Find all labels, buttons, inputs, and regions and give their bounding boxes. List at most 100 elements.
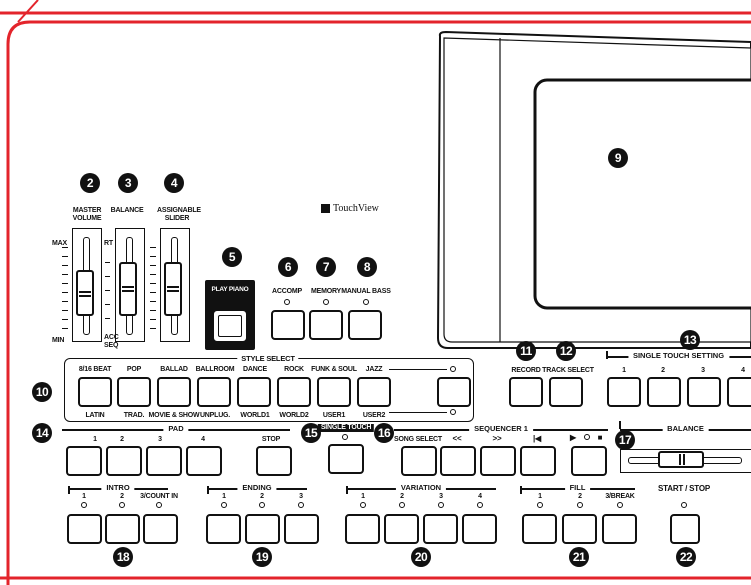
style-button-3[interactable] [157, 377, 191, 407]
variation-led-1 [360, 502, 366, 508]
callout-22: 22 [676, 547, 696, 567]
intro-button-2[interactable] [105, 514, 140, 544]
balance-slider-label: BALANCE [110, 207, 144, 214]
fast-forward-button[interactable] [480, 446, 516, 476]
brand-logo-text: TouchView [333, 203, 379, 214]
record-button[interactable] [509, 377, 543, 407]
pad-button-2[interactable] [106, 446, 142, 476]
assignable-slider[interactable] [164, 262, 182, 316]
variation-button-3[interactable] [423, 514, 458, 544]
balance-control-slider[interactable] [658, 451, 704, 468]
accomp-button[interactable] [271, 310, 305, 340]
variation-title: VARIATION [395, 483, 447, 493]
ending-button-3[interactable] [284, 514, 319, 544]
style-button-4[interactable] [197, 377, 231, 407]
callout-20: 20 [411, 547, 431, 567]
touchview-logo-icon [321, 204, 330, 213]
memory-button[interactable] [309, 310, 343, 340]
fill-button-2[interactable] [562, 514, 597, 544]
intro-led-1 [81, 502, 87, 508]
single-touch-setting-header: SINGLE TOUCH SETTING [606, 351, 751, 361]
intro-button-3[interactable] [143, 514, 178, 544]
single-touch-label: SINGLE TOUCH [317, 424, 375, 432]
sts-button-3[interactable] [687, 377, 721, 407]
manual-bass-led [363, 299, 369, 305]
style-label-rock: ROCK [284, 366, 304, 373]
variation-button-2[interactable] [384, 514, 419, 544]
fill-button-1[interactable] [522, 514, 557, 544]
play-piano-button[interactable] [214, 311, 246, 341]
variation-label-4: 4 [478, 493, 482, 500]
callout-21: 21 [569, 547, 589, 567]
start-stop-button[interactable] [670, 514, 700, 544]
song-select-label: SONG SELECT [394, 436, 442, 443]
variation-label-1: 1 [361, 493, 365, 500]
style-bank-button[interactable] [437, 377, 471, 407]
pad-title: PAD [163, 424, 189, 434]
home-button[interactable] [520, 446, 556, 476]
balance-slider[interactable] [119, 262, 137, 316]
callout-12: 12 [556, 341, 576, 361]
sts-button-2[interactable] [647, 377, 681, 407]
variation-button-1[interactable] [345, 514, 380, 544]
style-label-8-16-beat: 8/16 BEAT [78, 366, 112, 373]
touch-display[interactable] [430, 30, 751, 350]
stop-label: ■ [597, 433, 603, 442]
style-button-8[interactable] [357, 377, 391, 407]
pad-header: PAD [62, 424, 290, 434]
fill-led-1 [537, 502, 543, 508]
memory-led [323, 299, 329, 305]
callout-9: 9 [608, 148, 628, 168]
track-select-button[interactable] [549, 377, 583, 407]
pad-label-1: 1 [93, 436, 97, 443]
master-volume-slider[interactable] [76, 270, 94, 316]
pad-button-1[interactable] [66, 446, 102, 476]
pad-label-3: 3 [158, 436, 162, 443]
sts-button-1[interactable] [607, 377, 641, 407]
intro-header: INTRO [68, 483, 168, 493]
style-label-ballad: BALLAD [160, 366, 188, 373]
play-stop-button[interactable] [571, 446, 607, 476]
ending-button-1[interactable] [206, 514, 241, 544]
rewind-button[interactable] [440, 446, 476, 476]
variation-button-4[interactable] [462, 514, 497, 544]
style-label-funk-soul: FUNK & SOUL [311, 366, 357, 373]
start-stop-label: START / STOP [658, 484, 710, 493]
fill-button-3[interactable] [602, 514, 637, 544]
style-label-movie-show: MOVIE & SHOW [148, 412, 200, 419]
callout-11: 11 [516, 341, 536, 361]
style-label-jazz: JAZZ [365, 366, 383, 373]
fill-label-3: 3/BREAK [605, 493, 635, 500]
style-button-7[interactable] [317, 377, 351, 407]
style-label-world2: WORLD2 [279, 412, 309, 419]
callout-13: 13 [680, 330, 700, 350]
ending-button-2[interactable] [245, 514, 280, 544]
sts-button-4[interactable] [727, 377, 751, 407]
style-button-2[interactable] [117, 377, 151, 407]
memory-label: MEMORY [310, 288, 342, 295]
variation-label-2: 2 [400, 493, 404, 500]
sts-label-4: 4 [741, 367, 745, 374]
intro-button-1[interactable] [67, 514, 102, 544]
style-select-title: STYLE SELECT [237, 355, 299, 363]
ending-header: ENDING [207, 483, 307, 493]
callout-8: 8 [357, 257, 377, 277]
song-select-button[interactable] [401, 446, 437, 476]
style-button-1[interactable] [78, 377, 112, 407]
ending-led-2 [259, 502, 265, 508]
style-label-world1: WORLD1 [240, 412, 270, 419]
accomp-led [284, 299, 290, 305]
ending-led-3 [298, 502, 304, 508]
style-button-6[interactable] [277, 377, 311, 407]
callout-16: 16 [374, 423, 394, 443]
style-button-5[interactable] [237, 377, 271, 407]
fill-led-3 [617, 502, 623, 508]
pad-button-3[interactable] [146, 446, 182, 476]
fill-label-2: 2 [578, 493, 582, 500]
manual-bass-button[interactable] [348, 310, 382, 340]
intro-led-3 [156, 502, 162, 508]
pad-button-4[interactable] [186, 446, 222, 476]
single-touch-button[interactable] [328, 444, 364, 474]
start-stop-led [681, 502, 687, 508]
pad-stop-button[interactable] [256, 446, 292, 476]
